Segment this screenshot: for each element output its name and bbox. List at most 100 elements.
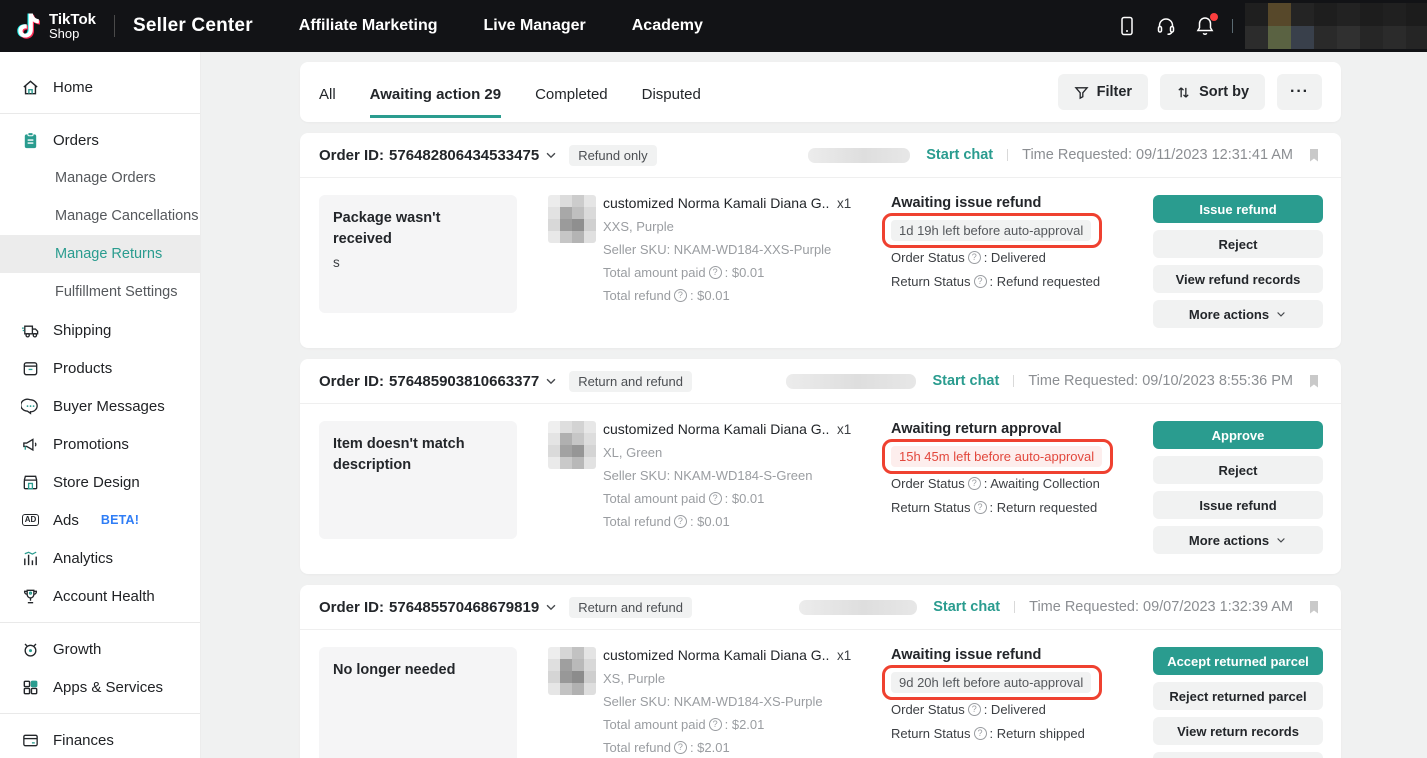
bookmark-icon[interactable] — [1306, 599, 1322, 615]
sidebar-item-analytics[interactable]: Analytics — [0, 539, 200, 577]
help-icon[interactable]: ? — [974, 501, 987, 514]
sidebar-item-apps-services[interactable]: Apps & Services — [0, 668, 200, 706]
tab-awaiting-action[interactable]: Awaiting action 29 — [370, 74, 501, 118]
order-id-dropdown[interactable]: Order ID: 576485570468679819 — [319, 599, 558, 616]
sidebar-item-label: Shipping — [53, 322, 111, 339]
finances-card-icon — [21, 731, 40, 750]
sidebar-item-store-design[interactable]: Store Design — [0, 463, 200, 501]
bookmark-icon[interactable] — [1306, 147, 1322, 163]
return-status-row: Return Status ? : Return requested — [891, 500, 1141, 515]
reject-button[interactable]: Reject — [1153, 230, 1323, 258]
reject-button[interactable]: Reject — [1153, 456, 1323, 484]
return-reason-box: Package wasn't received s — [319, 195, 517, 313]
notifications-bell-icon[interactable] — [1194, 15, 1216, 37]
nav-affiliate-marketing[interactable]: Affiliate Marketing — [299, 17, 438, 35]
view-return-records-button[interactable]: View return records — [1153, 717, 1323, 745]
sidebar-item-label: Products — [53, 360, 112, 377]
topbar-divider-2 — [1232, 19, 1233, 33]
order-status-value: : Delivered — [984, 702, 1046, 717]
storefront-icon — [21, 473, 40, 492]
sidebar-item-account-health[interactable]: Account Health — [0, 577, 200, 615]
help-icon[interactable]: ? — [709, 266, 722, 279]
sidebar-item-growth[interactable]: Growth — [0, 630, 200, 668]
help-icon[interactable]: ? — [674, 741, 687, 754]
more-options-button[interactable]: ··· — [1277, 74, 1322, 110]
sidebar-item-orders[interactable]: Orders — [0, 121, 200, 159]
support-headset-icon[interactable] — [1155, 15, 1177, 37]
bookmark-icon[interactable] — [1306, 373, 1322, 389]
auto-approval-countdown-annotated: 15h 45m left before auto-approval — [891, 446, 1102, 467]
return-status-value: : Return shipped — [990, 726, 1085, 741]
mobile-app-icon[interactable] — [1116, 15, 1138, 37]
approve-button[interactable]: Approve — [1153, 421, 1323, 449]
sort-by-button[interactable]: Sort by — [1160, 74, 1265, 110]
order-id-value: 576485903810663377 — [389, 373, 539, 390]
sidebar-item-ads[interactable]: AD Ads BETA! — [0, 501, 200, 539]
help-icon[interactable]: ? — [968, 477, 981, 490]
view-refund-records-button[interactable]: View refund records — [1153, 265, 1323, 293]
start-chat-link[interactable]: Start chat — [932, 373, 999, 389]
product-image-redacted[interactable] — [548, 647, 596, 695]
order-status-row: Order Status ? : Delivered — [891, 250, 1141, 265]
nav-academy[interactable]: Academy — [632, 17, 703, 35]
sidebar-divider — [0, 622, 200, 623]
sidebar-item-promotions[interactable]: Promotions — [0, 425, 200, 463]
sidebar-item-label: Store Design — [53, 474, 140, 491]
product-image-redacted[interactable] — [548, 195, 596, 243]
more-actions-button[interactable]: More actions — [1153, 526, 1323, 554]
start-chat-link[interactable]: Start chat — [933, 599, 1000, 615]
help-icon[interactable]: ? — [674, 289, 687, 302]
sidebar-item-manage-returns[interactable]: Manage Returns — [0, 235, 200, 273]
sidebar-item-shipping[interactable]: Shipping — [0, 311, 200, 349]
tiktok-shop-logo[interactable]: TikTok Shop — [14, 11, 96, 41]
sidebar-item-manage-orders[interactable]: Manage Orders — [0, 159, 200, 197]
filter-button[interactable]: Filter — [1058, 74, 1148, 110]
tab-completed[interactable]: Completed — [535, 74, 608, 118]
sidebar-item-label: Analytics — [53, 550, 113, 567]
sidebar-item-finances[interactable]: Finances — [0, 721, 200, 758]
product-image-redacted[interactable] — [548, 421, 596, 469]
help-icon[interactable]: ? — [974, 727, 987, 740]
more-actions-button[interactable]: More actions — [1153, 300, 1323, 328]
order-id-dropdown[interactable]: Order ID: 576482806434533475 — [319, 147, 558, 164]
help-icon[interactable]: ? — [974, 275, 987, 288]
reject-returned-parcel-button[interactable]: Reject returned parcel — [1153, 682, 1323, 710]
account-avatar-redacted[interactable] — [1245, 3, 1427, 49]
product-sku: Seller SKU: NKAM-WD184-XXS-Purple — [603, 242, 855, 257]
topbar-nav: Affiliate Marketing Live Manager Academy — [253, 17, 703, 35]
accept-returned-parcel-button[interactable]: Accept returned parcel — [1153, 647, 1323, 675]
help-icon[interactable]: ? — [968, 703, 981, 716]
countdown-pill: 9d 20h left before auto-approval — [891, 672, 1091, 693]
action-buttons: Issue refund Reject View refund records … — [1153, 195, 1323, 328]
tab-all[interactable]: All — [319, 74, 336, 118]
sidebar-item-manage-cancellations[interactable]: Manage Cancellations — [0, 197, 200, 235]
shipping-truck-icon — [21, 321, 40, 340]
help-icon[interactable]: ? — [709, 492, 722, 505]
order-card: Order ID: 576485570468679819 Return and … — [300, 585, 1341, 758]
action-buttons: Accept returned parcel Reject returned p… — [1153, 647, 1323, 758]
sidebar-item-products[interactable]: Products — [0, 349, 200, 387]
buyer-name-redacted — [786, 374, 916, 389]
order-id-dropdown[interactable]: Order ID: 576485903810663377 — [319, 373, 558, 390]
help-icon[interactable]: ? — [968, 251, 981, 264]
apps-grid-icon — [21, 678, 40, 697]
issue-refund-button[interactable]: Issue refund — [1153, 491, 1323, 519]
start-chat-link[interactable]: Start chat — [926, 147, 993, 163]
nav-live-manager[interactable]: Live Manager — [483, 17, 585, 35]
more-actions-button[interactable]: More actions — [1153, 752, 1323, 758]
tab-disputed[interactable]: Disputed — [642, 74, 701, 118]
sidebar-item-fulfillment-settings[interactable]: Fulfillment Settings — [0, 273, 200, 311]
sidebar-item-buyer-messages[interactable]: Buyer Messages — [0, 387, 200, 425]
product-variant: XS, Purple — [603, 671, 855, 686]
home-icon — [21, 78, 40, 97]
sidebar-item-home[interactable]: Home — [0, 68, 200, 106]
order-card-body: Package wasn't received s customized — [300, 178, 1341, 348]
help-icon[interactable]: ? — [709, 718, 722, 731]
topbar: TikTok Shop Seller Center Affiliate Mark… — [0, 0, 1427, 52]
product-block: customized Norma Kamali Diana G... x1 XX… — [548, 195, 855, 328]
topbar-right — [1099, 3, 1427, 49]
help-icon[interactable]: ? — [674, 515, 687, 528]
issue-refund-button[interactable]: Issue refund — [1153, 195, 1323, 223]
sort-arrows-icon — [1176, 85, 1191, 100]
product-sku: Seller SKU: NKAM-WD184-S-Green — [603, 468, 855, 483]
